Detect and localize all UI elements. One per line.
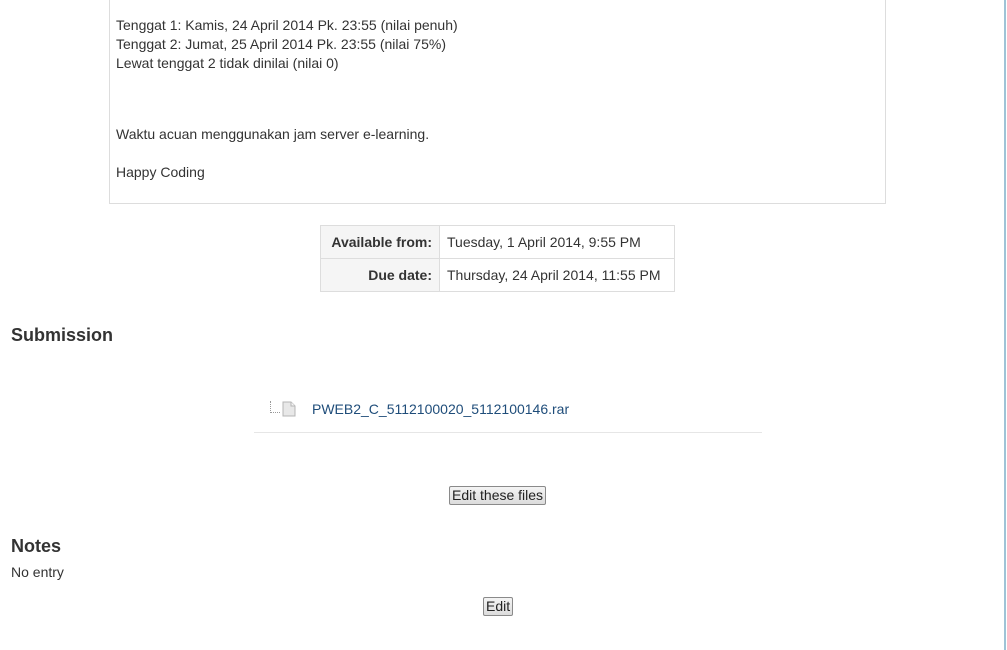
intro-line-late-policy: Lewat tenggat 2 tidak dinilai (nilai 0) [116, 55, 339, 71]
due-date-label: Due date: [320, 258, 440, 292]
submitted-file-link[interactable]: PWEB2_C_5112100020_5112100146.rar [312, 401, 569, 417]
available-from-value: Tuesday, 1 April 2014, 9:55 PM [439, 225, 675, 259]
table-row: Due date: Thursday, 24 April 2014, 11:55… [320, 258, 675, 292]
intro-line-closing: Happy Coding [116, 164, 205, 180]
tree-connector [270, 401, 280, 413]
dates-table: Available from: Tuesday, 1 April 2014, 9… [320, 225, 675, 292]
edit-files-button[interactable]: Edit these files [449, 486, 547, 505]
available-from-label: Available from: [320, 225, 440, 259]
edit-notes-button[interactable]: Edit [483, 597, 514, 616]
intro-line-server-time: Waktu acuan menggunakan jam server e-lea… [116, 126, 430, 142]
submission-heading: Submission [11, 325, 114, 345]
table-row: Available from: Tuesday, 1 April 2014, 9… [320, 225, 675, 259]
intro-line-deadline-2: Tenggat 2: Jumat, 25 April 2014 Pk. 23:5… [116, 36, 446, 52]
notes-heading: Notes [11, 536, 62, 556]
submission-file-tree: PWEB2_C_5112100020_5112100146.rar [254, 397, 762, 433]
due-date-value: Thursday, 24 April 2014, 11:55 PM [439, 258, 675, 292]
notes-text: No entry [11, 564, 64, 580]
assignment-intro-box: Tenggat 1: Kamis, 24 April 2014 Pk. 23:5… [109, 0, 886, 204]
page-right-edge [1004, 0, 1006, 650]
file-icon [282, 401, 296, 417]
intro-line-deadline-1: Tenggat 1: Kamis, 24 April 2014 Pk. 23:5… [116, 17, 458, 33]
